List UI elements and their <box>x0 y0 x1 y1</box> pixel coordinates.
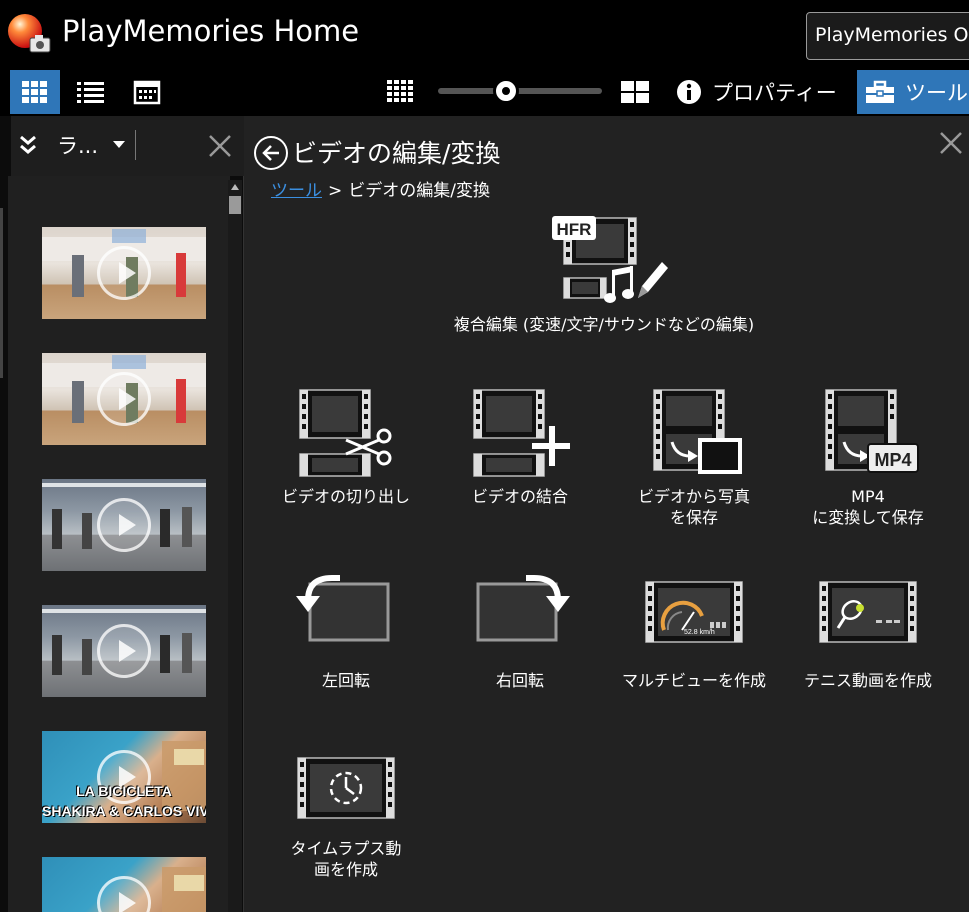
toolbar: プロパティー ツール <box>0 68 969 116</box>
caret-down-icon[interactable] <box>113 141 125 149</box>
music-note-icon <box>604 266 634 303</box>
tennis-racket-film-icon <box>819 581 917 643</box>
play-icon <box>97 372 151 426</box>
page-title: ビデオの編集/変換 <box>292 139 501 168</box>
play-icon <box>97 624 151 678</box>
scissors-film-icon <box>299 389 392 477</box>
breadcrumb-separator: > <box>328 181 343 201</box>
close-icon[interactable] <box>207 133 233 159</box>
media-sidebar: ラ... LA BICICLETASHAKIRA & CARLOS VIVESL… <box>0 116 244 912</box>
small-thumbnails-icon <box>387 80 413 102</box>
create-multiview-label: マルチビューを作成 <box>621 671 766 690</box>
info-icon <box>677 80 701 104</box>
properties-label: プロパティー <box>712 81 837 105</box>
sidebar-header: ラ... <box>8 116 244 176</box>
svg-text:52.8 km/h: 52.8 km/h <box>684 629 715 636</box>
video-thumbnail[interactable]: LA BICICLETA <box>42 857 206 912</box>
video-thumbnail[interactable]: LA BICICLETA SHAKIRA & CARLOS VIVES <box>42 731 206 823</box>
thumbnail-zoom-slider[interactable] <box>438 78 602 104</box>
properties-button[interactable]: プロパティー <box>676 70 837 114</box>
create-timelapse-label: タイムラプス動 画を作成 <box>290 839 402 879</box>
large-thumbnails-icon <box>621 81 649 103</box>
rotate-left-icon <box>296 575 390 642</box>
complex-edit-tool[interactable]: HFR 複合編集 (変速/文字/サウンドなどの編集) <box>434 212 774 335</box>
scroll-up-arrow-icon[interactable] <box>231 184 239 190</box>
convert-mp4-tool[interactable]: MP4 MP4 に変換して保存 <box>783 386 953 528</box>
video-trim-tool[interactable]: ビデオの切り出し <box>261 386 431 507</box>
title-bar: PlayMemories Home PlayMemories O <box>0 0 969 68</box>
timelapse-clock-icon <box>297 757 395 819</box>
thumbnail-list: LA BICICLETASHAKIRA & CARLOS VIVESLA BIC… <box>8 176 230 912</box>
arrow-left-icon <box>262 145 279 161</box>
rotate-left-tool[interactable]: 左回転 <box>261 572 431 691</box>
video-join-label: ビデオの結合 <box>471 487 568 506</box>
rotate-left-label: 左回転 <box>321 671 370 690</box>
grid-view-button[interactable] <box>10 70 60 114</box>
play-icon <box>97 498 151 552</box>
video-join-tool[interactable]: ビデオの結合 <box>435 386 605 507</box>
playmemories-logo-icon <box>8 14 51 53</box>
breadcrumb-current: ビデオの編集/変換 <box>348 181 490 201</box>
main-panel: ビデオの編集/変換 ツール > ビデオの編集/変換 HFR 複合編集 (変速/文… <box>244 116 969 912</box>
album-selector-label[interactable]: ラ... <box>57 130 98 160</box>
panel-edge <box>0 208 3 378</box>
divider <box>135 130 136 160</box>
scrollbar[interactable] <box>228 180 242 912</box>
pencil-icon <box>638 262 668 298</box>
create-timelapse-tool[interactable]: タイムラプス動 画を作成 <box>261 750 431 880</box>
complex-edit-label: 複合編集 (変速/文字/サウンドなどの編集) <box>453 315 755 334</box>
tools-label: ツール <box>905 81 968 105</box>
zoom-slider-handle[interactable] <box>493 78 519 104</box>
hfr-badge-text: HFR <box>557 220 592 239</box>
play-icon <box>97 246 151 300</box>
rotate-right-icon <box>476 575 570 642</box>
grid-view-icon <box>22 81 47 103</box>
create-tennis-video-label: テニス動画を作成 <box>803 671 932 690</box>
toolbox-icon <box>866 80 894 103</box>
complex-edit-icon: HFR <box>552 216 668 303</box>
video-trim-label: ビデオの切り出し <box>281 487 410 506</box>
video-to-photo-icon <box>653 389 742 474</box>
app-title: PlayMemories Home <box>62 14 360 48</box>
large-thumbnails-button[interactable] <box>610 70 660 114</box>
mp4-badge-text: MP4 <box>874 450 911 470</box>
create-tennis-video-tool[interactable]: テニス動画を作成 <box>783 572 953 691</box>
join-film-icon <box>473 389 570 477</box>
multiview-speedometer-icon: 52.8 km/h <box>645 581 743 643</box>
back-button[interactable] <box>254 136 288 170</box>
list-view-button[interactable] <box>66 70 116 114</box>
rotate-right-tool[interactable]: 右回転 <box>435 572 605 691</box>
small-thumbnails-button[interactable] <box>376 70 426 114</box>
playmemories-online-button[interactable]: PlayMemories O <box>806 12 969 60</box>
list-view-icon <box>77 82 104 103</box>
thumbnail-caption: SHAKIRA & CARLOS VIVES <box>42 803 206 819</box>
thumbnail-caption: LA BICICLETA <box>76 783 172 799</box>
mp4-convert-icon: MP4 <box>825 389 919 473</box>
video-thumbnail[interactable] <box>42 353 206 445</box>
tools-button[interactable]: ツール <box>857 70 969 114</box>
create-multiview-tool[interactable]: 52.8 km/h マルチビューを作成 <box>609 572 779 691</box>
save-photo-from-video-tool[interactable]: ビデオから写真 を保存 <box>609 386 779 528</box>
video-thumbnail[interactable] <box>42 227 206 319</box>
close-icon[interactable] <box>938 130 964 156</box>
convert-mp4-label: MP4 に変換して保存 <box>812 487 924 527</box>
breadcrumb-tools-link[interactable]: ツール <box>271 181 322 201</box>
rotate-right-label: 右回転 <box>495 671 544 690</box>
scrollbar-thumb[interactable] <box>229 196 241 214</box>
double-chevron-down-icon[interactable] <box>19 134 37 156</box>
calendar-view-button[interactable] <box>122 70 172 114</box>
play-icon <box>97 876 151 912</box>
breadcrumb: ツール > ビデオの編集/変換 <box>271 176 490 201</box>
save-photo-label: ビデオから写真 を保存 <box>637 487 750 527</box>
calendar-icon <box>133 80 161 105</box>
video-thumbnail[interactable] <box>42 605 206 697</box>
video-thumbnail[interactable] <box>42 479 206 571</box>
